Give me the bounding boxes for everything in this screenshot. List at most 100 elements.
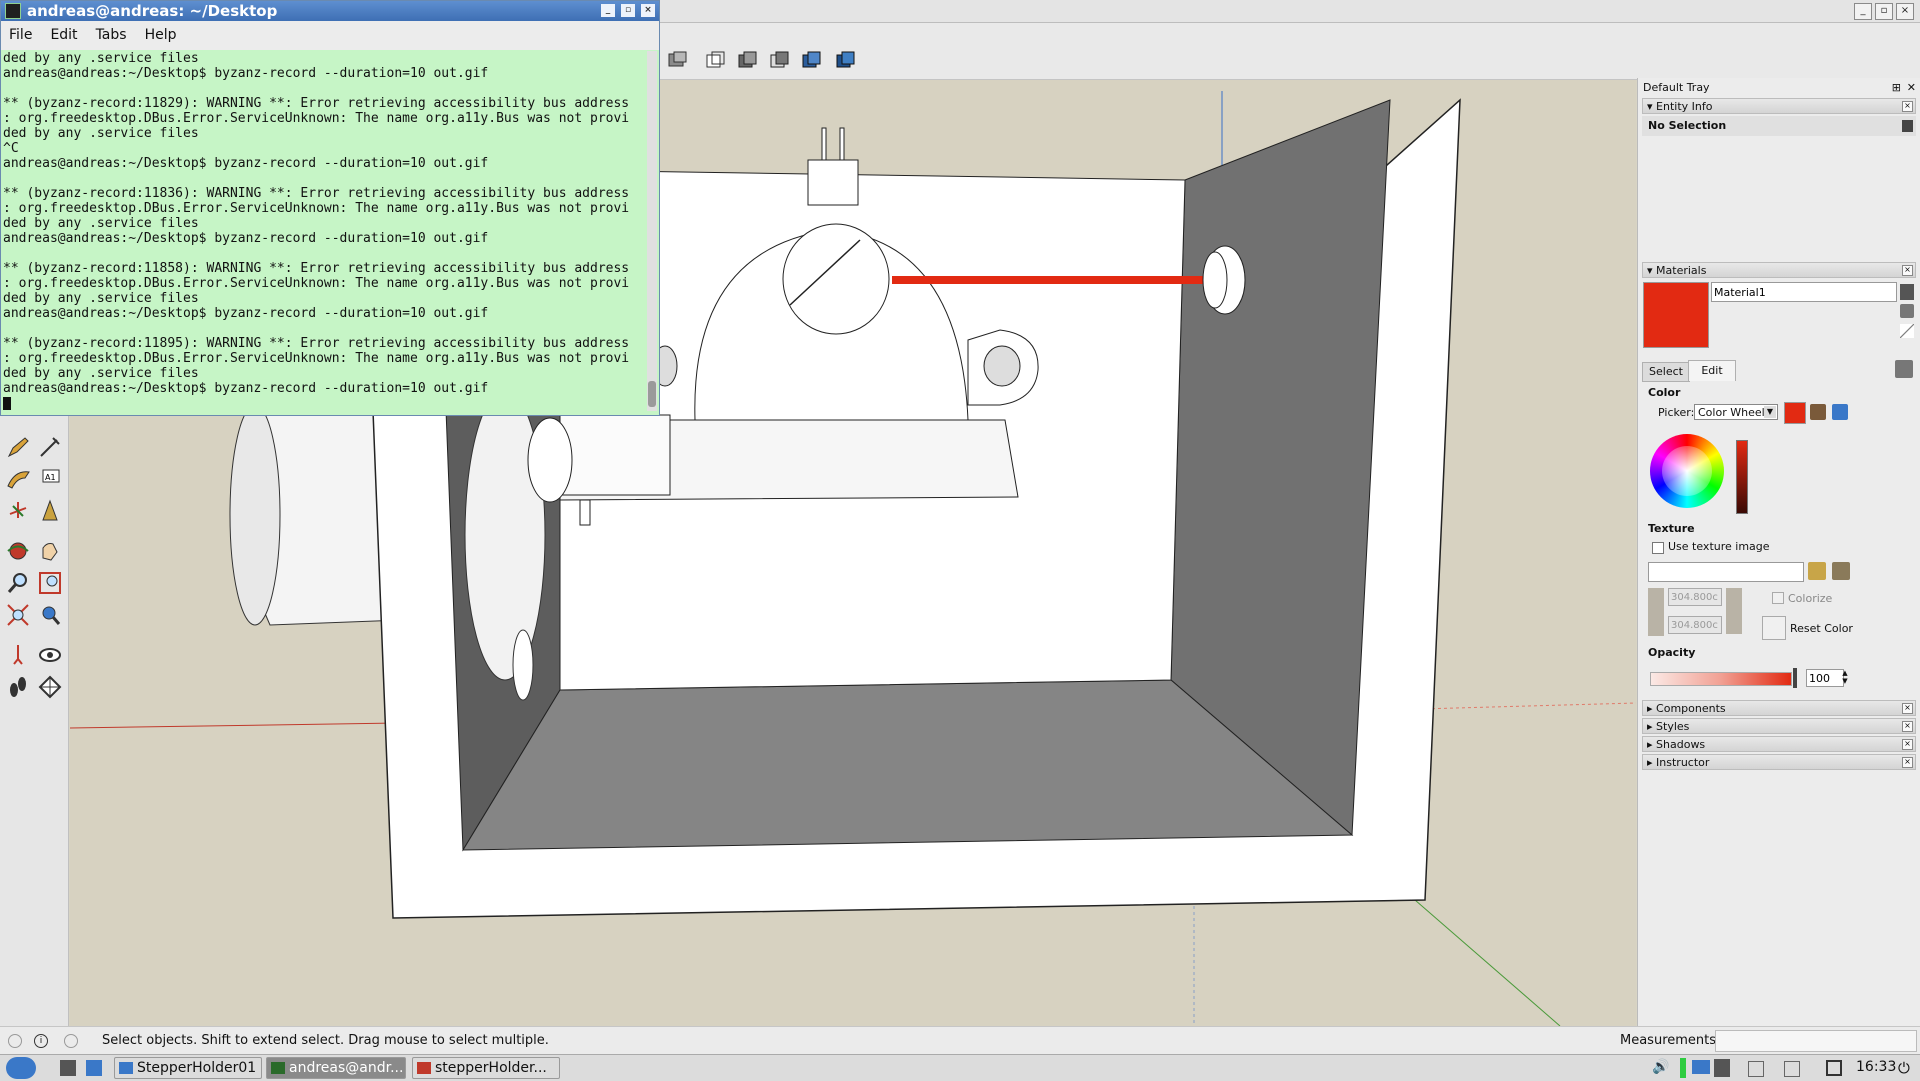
section-close-icon[interactable]: × (1902, 757, 1913, 768)
shaded-texture-style-icon[interactable] (834, 49, 858, 71)
instructor-header[interactable]: ▸ Instructor × (1642, 754, 1916, 770)
pencil-icon[interactable] (5, 434, 31, 460)
axes-icon[interactable] (5, 498, 31, 524)
terminal-scrollbar[interactable] (647, 51, 657, 411)
info-icon[interactable]: i (34, 1034, 48, 1048)
chain-link-icon[interactable] (1726, 588, 1742, 634)
pan-icon[interactable] (37, 538, 63, 564)
reset-color-swatch[interactable] (1762, 616, 1786, 640)
section-plane-icon[interactable] (37, 674, 63, 700)
terminal-title-bar[interactable]: andreas@andreas: ~/Desktop _ ▫ × (1, 1, 659, 21)
network-icon[interactable] (1692, 1060, 1710, 1074)
orbit-icon[interactable] (5, 538, 31, 564)
section-close-icon[interactable]: × (1902, 101, 1913, 112)
shadows-header[interactable]: ▸ Shadows × (1642, 736, 1916, 752)
maximize-icon[interactable]: ▫ (621, 4, 635, 17)
styles-header[interactable]: ▸ Styles × (1642, 718, 1916, 734)
xray-style-icon[interactable] (704, 49, 728, 71)
dimension-lock-icon[interactable] (1648, 588, 1664, 636)
file-manager-icon[interactable] (86, 1060, 102, 1076)
entity-info-header[interactable]: ▾ Entity Info × (1642, 98, 1916, 114)
window-switch-icon[interactable] (1826, 1060, 1842, 1076)
material-details-icon[interactable] (1900, 284, 1914, 300)
dimension-icon[interactable] (37, 498, 63, 524)
battery-icon[interactable] (1714, 1059, 1730, 1077)
opacity-value-input[interactable] (1806, 669, 1844, 687)
section-close-icon[interactable]: × (1902, 703, 1913, 714)
reset-color-label[interactable]: Reset Color (1790, 622, 1853, 635)
position-camera-icon[interactable] (5, 642, 31, 668)
default-material-icon[interactable] (1900, 324, 1914, 338)
task-terminal[interactable]: andreas@andr... (266, 1057, 406, 1079)
workspace-1-icon[interactable] (1748, 1061, 1764, 1077)
terminal-output[interactable]: ded by any .service files andreas@andreas… (3, 51, 643, 415)
tab-select[interactable]: Select (1642, 362, 1690, 382)
protractor-icon[interactable] (5, 466, 31, 492)
match-model-color-icon[interactable] (1810, 404, 1826, 420)
restore-button[interactable]: ▫ (1875, 3, 1893, 20)
shaded-style-icon[interactable] (800, 49, 824, 71)
workspace-2-icon[interactable] (1784, 1061, 1800, 1077)
volume-icon[interactable]: 🔊 (1652, 1059, 1669, 1075)
texture-path-input[interactable] (1648, 562, 1804, 582)
materials-header[interactable]: ▾ Materials × (1642, 262, 1916, 278)
materials-label: Materials (1656, 264, 1707, 277)
walk-icon[interactable] (5, 674, 31, 700)
current-color-chip[interactable] (1784, 402, 1806, 424)
details-toggle-icon[interactable] (1902, 120, 1913, 132)
task-stepperholder[interactable]: StepperHolder01 (114, 1057, 262, 1079)
menu-file[interactable]: File (9, 27, 32, 43)
zoom-icon[interactable] (5, 570, 31, 596)
sample-paint-icon[interactable] (1895, 360, 1913, 378)
texture-height-field[interactable]: 304.800c (1668, 616, 1722, 634)
pin-icon[interactable]: ⊞ (1892, 80, 1901, 96)
standard-view-icon[interactable] (666, 49, 690, 71)
section-close-icon[interactable]: × (1902, 721, 1913, 732)
wireframe-style-icon[interactable] (736, 49, 760, 71)
minimize-button[interactable]: _ (1854, 3, 1872, 20)
menu-tabs[interactable]: Tabs (96, 27, 127, 43)
close-button[interactable]: × (1896, 3, 1914, 20)
section-close-icon[interactable]: × (1902, 739, 1913, 750)
measurements-input[interactable] (1715, 1030, 1917, 1052)
show-desktop-icon[interactable] (60, 1060, 76, 1076)
tape-measure-icon[interactable] (37, 434, 63, 460)
components-header[interactable]: ▸ Components × (1642, 700, 1916, 716)
geo-location-icon[interactable] (8, 1034, 22, 1048)
zoom-extents-icon[interactable] (5, 602, 31, 628)
section-close-icon[interactable]: × (1902, 265, 1913, 276)
opacity-slider[interactable] (1650, 672, 1792, 686)
close-icon[interactable]: × (641, 4, 655, 17)
material-name-input[interactable] (1711, 282, 1897, 302)
look-around-icon[interactable] (37, 642, 63, 668)
user-icon[interactable] (64, 1034, 78, 1048)
material-swatch[interactable] (1643, 282, 1709, 348)
power-icon[interactable]: ⏻ (1898, 1059, 1910, 1077)
menu-help[interactable]: Help (145, 27, 177, 43)
menu-edit[interactable]: Edit (50, 27, 77, 43)
brightness-slider[interactable] (1736, 440, 1748, 514)
minimize-icon[interactable]: _ (601, 4, 615, 17)
picker-dropdown[interactable]: Color Wheel ▼ (1694, 404, 1778, 420)
colorize-checkbox[interactable] (1772, 592, 1784, 604)
scrollbar-thumb[interactable] (648, 381, 656, 407)
task-sketchup[interactable]: stepperHolder... (412, 1057, 560, 1079)
terminal-line: ded by any .service files (3, 126, 199, 141)
tab-edit[interactable]: Edit (1688, 360, 1736, 381)
texture-width-field[interactable]: 304.800c (1668, 588, 1722, 606)
create-material-icon[interactable] (1900, 304, 1914, 318)
close-icon[interactable]: ✕ (1907, 80, 1916, 96)
zoom-window-icon[interactable] (37, 570, 63, 596)
start-menu-icon[interactable] (6, 1057, 36, 1079)
terminal-line: ** (byzanz-record:11829): WARNING **: Er… (3, 96, 630, 111)
browse-folder-icon[interactable] (1808, 562, 1826, 580)
use-texture-checkbox[interactable] (1652, 542, 1664, 554)
previous-view-icon[interactable] (37, 602, 63, 628)
edit-texture-icon[interactable] (1832, 562, 1850, 580)
match-screen-color-icon[interactable] (1832, 404, 1848, 420)
hidden-line-style-icon[interactable] (768, 49, 792, 71)
text-tool-icon[interactable]: A1 (37, 466, 63, 492)
color-wheel[interactable] (1650, 434, 1724, 508)
opacity-slider-handle[interactable] (1793, 668, 1797, 688)
opacity-stepper[interactable]: ▲ ▼ (1840, 669, 1850, 685)
